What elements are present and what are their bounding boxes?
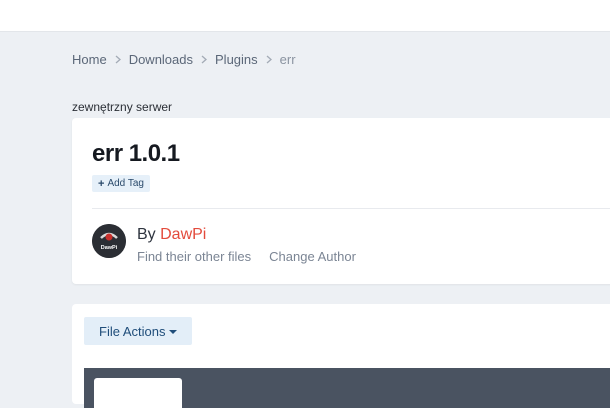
divider	[92, 208, 610, 209]
breadcrumb-downloads[interactable]: Downloads	[129, 52, 193, 67]
caret-down-icon	[169, 329, 178, 334]
avatar-text: DawPi	[101, 245, 118, 251]
server-note: zewnętrzny serwer	[72, 100, 173, 114]
avatar[interactable]: DawPi	[92, 224, 126, 258]
file-actions-button[interactable]: File Actions	[84, 317, 193, 345]
add-tag-label: Add Tag	[107, 178, 144, 189]
file-header-card: err 1.0.1 + Add Tag DawPi By DawPi Find …	[72, 118, 610, 284]
gallery-tab[interactable]	[94, 378, 182, 408]
by-prefix: By	[137, 226, 156, 243]
plus-icon: +	[98, 177, 105, 190]
author-line: By DawPi	[137, 226, 206, 244]
author-links: Find their other files Change Author	[137, 249, 356, 264]
find-other-files-link[interactable]: Find their other files	[137, 249, 251, 264]
author-name-link[interactable]: DawPi	[160, 226, 206, 243]
change-author-link[interactable]: Change Author	[269, 249, 356, 264]
breadcrumb-home[interactable]: Home	[72, 52, 107, 67]
page-title: err 1.0.1	[92, 140, 180, 167]
breadcrumb-current: err	[279, 51, 296, 67]
breadcrumb: Home Downloads Plugins err	[72, 50, 296, 68]
file-actions-label: File Actions	[99, 323, 166, 339]
chevron-right-icon	[115, 55, 121, 64]
chevron-right-icon	[266, 55, 272, 64]
screenshot-gallery-bar	[84, 368, 610, 408]
top-header-bar	[0, 0, 610, 32]
avatar-image: DawPi	[92, 224, 126, 258]
breadcrumb-plugins[interactable]: Plugins	[215, 52, 258, 67]
add-tag-button[interactable]: + Add Tag	[92, 175, 150, 192]
chevron-right-icon	[201, 55, 208, 64]
file-actions-card: File Actions	[72, 304, 610, 408]
